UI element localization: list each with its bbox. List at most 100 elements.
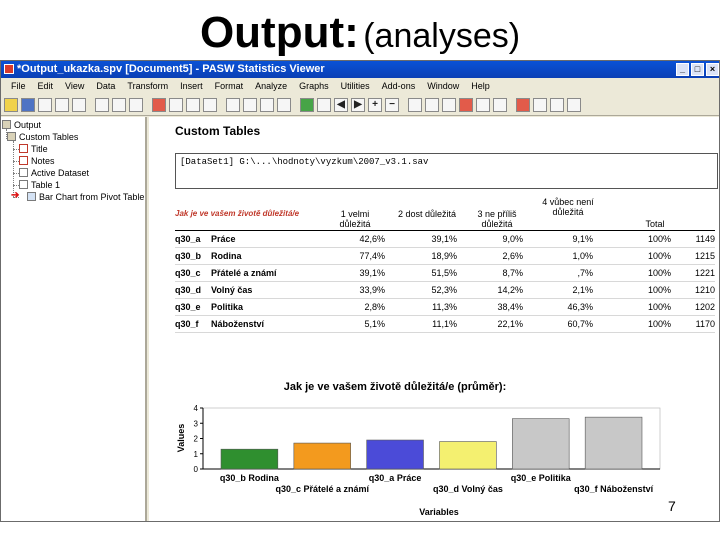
book-icon (2, 120, 11, 130)
bar-chart[interactable]: Jak je ve vašem životě důležitá/e (průmě… (0, 245, 720, 525)
outline-root[interactable]: Output (2, 119, 41, 131)
expand-icon[interactable]: + (368, 97, 382, 112)
dataset-icon (19, 168, 28, 178)
x-axis-label: Variables (419, 507, 459, 517)
menu-window[interactable]: Window (421, 78, 465, 94)
dataset-box[interactable]: [DataSet1] G:\...\hodnoty\vyzkum\2007_v3… (175, 153, 718, 189)
insert-heading-icon[interactable] (442, 97, 456, 112)
print-icon[interactable] (38, 97, 52, 112)
window-title: *Output_ukazka.spv [Document5] - PASW St… (17, 63, 325, 75)
outline-group[interactable]: Custom Tables (7, 131, 78, 143)
pivot-icon[interactable] (516, 97, 530, 112)
goto-variable-icon[interactable] (186, 97, 200, 112)
minimize-icon[interactable]: _ (676, 63, 689, 76)
outline-item-table[interactable]: Table 1 (19, 179, 60, 191)
bar[interactable] (439, 441, 497, 470)
hide-icon[interactable] (425, 97, 439, 112)
menu-graphs[interactable]: Graphs (293, 78, 335, 94)
content-title: Custom Tables (175, 124, 261, 138)
demote-icon[interactable]: ▶ (351, 97, 365, 112)
dataset-text: [DataSet1] G:\...\hodnoty\vyzkum\2007_v3… (180, 157, 429, 167)
x-tick-label: q30_b Rodina (220, 473, 280, 483)
use-sets-icon[interactable] (317, 97, 331, 112)
col-header: Total (645, 219, 665, 229)
variables-icon[interactable] (203, 97, 217, 112)
title-icon (19, 144, 28, 154)
bar[interactable] (293, 442, 351, 470)
book-icon (7, 132, 16, 142)
y-tick-label: 0 (194, 465, 199, 474)
x-tick-label: q30_c Přátelé a známí (275, 484, 369, 494)
menu-format[interactable]: Format (209, 78, 250, 94)
promote-icon[interactable]: ◀ (334, 97, 348, 112)
outline-item-active-dataset[interactable]: Active Dataset (19, 167, 89, 179)
menu-help[interactable]: Help (465, 78, 496, 94)
goto-data-icon[interactable] (152, 97, 166, 112)
export-icon[interactable] (72, 97, 86, 112)
y-axis-label: Values (176, 424, 186, 453)
menu-utilities[interactable]: Utilities (335, 78, 376, 94)
open-icon[interactable] (4, 97, 18, 112)
print-preview-icon[interactable] (55, 97, 69, 112)
x-tick-label: q30_a Práce (369, 473, 422, 483)
col-header: 2 dost důležitá (397, 209, 457, 219)
find-icon[interactable] (226, 97, 240, 112)
select-cases-icon[interactable] (260, 97, 274, 112)
bookmark-icon[interactable] (567, 97, 581, 112)
undo-icon[interactable] (112, 97, 126, 112)
slide-title-main: Output (199, 8, 345, 57)
x-tick-label: q30_e Politika (511, 473, 572, 483)
outline-item-notes[interactable]: Notes (19, 155, 55, 167)
toolbar: ◀ ▶ + − (1, 94, 719, 116)
insert-text-icon[interactable] (476, 97, 490, 112)
y-tick-label: 4 (194, 404, 199, 413)
chart-icon (27, 192, 36, 202)
menu-analyze[interactable]: Analyze (249, 78, 293, 94)
bar[interactable] (220, 448, 279, 470)
menu-insert[interactable]: Insert (174, 78, 209, 94)
table-looks-icon[interactable] (550, 97, 564, 112)
value-labels-icon[interactable] (300, 97, 314, 112)
show-icon[interactable] (408, 97, 422, 112)
redo-icon[interactable] (129, 97, 143, 112)
col-header: 4 vůbec není důležitá (542, 197, 594, 217)
close-icon[interactable]: × (706, 63, 719, 76)
split-file-icon[interactable] (243, 97, 257, 112)
menu-data[interactable]: Data (90, 78, 121, 94)
app-icon (4, 64, 14, 74)
y-tick-label: 3 (194, 419, 199, 428)
slide-title-colon: : (344, 8, 359, 57)
menu-view[interactable]: View (59, 78, 90, 94)
notes-icon (19, 156, 28, 166)
bar[interactable] (366, 439, 424, 470)
window-titlebar[interactable]: *Output_ukazka.spv [Document5] - PASW St… (1, 61, 719, 78)
save-icon[interactable] (21, 97, 35, 112)
designate-window-icon[interactable] (493, 97, 507, 112)
weight-cases-icon[interactable] (277, 97, 291, 112)
bar[interactable] (584, 416, 643, 470)
goto-case-icon[interactable] (169, 97, 183, 112)
table-icon (19, 180, 28, 190)
slide-title: Output: (analyses) (0, 8, 720, 60)
menu-transform[interactable]: Transform (121, 78, 174, 94)
y-tick-label: 1 (194, 450, 199, 459)
table-header: Jak je ve vašem životě důležitá/e 1 velm… (175, 197, 715, 231)
y-tick-label: 2 (194, 435, 199, 444)
table-row-header: Jak je ve vašem životě důležitá/e (175, 209, 300, 218)
bar[interactable] (512, 418, 570, 470)
page-number: 7 (668, 498, 676, 514)
menu-addons[interactable]: Add-ons (376, 78, 422, 94)
outline-item-bar-chart[interactable]: Bar Chart from Pivot Table (27, 191, 144, 203)
collapse-icon[interactable]: − (385, 97, 399, 112)
insert-title-icon[interactable] (459, 97, 473, 112)
menu-file[interactable]: File (5, 78, 32, 94)
maximize-icon[interactable]: □ (691, 63, 704, 76)
outline-item-title[interactable]: Title (19, 143, 48, 155)
col-header: 3 ne příliš důležitá (477, 209, 517, 229)
chart-title: Jak je ve vašem životě důležitá/e (průmě… (284, 381, 507, 393)
menubar: File Edit View Data Transform Insert For… (1, 78, 719, 94)
menu-edit[interactable]: Edit (32, 78, 60, 94)
recall-dialog-icon[interactable] (95, 97, 109, 112)
x-tick-label: q30_f Náboženství (574, 484, 654, 494)
chart-builder-icon[interactable] (533, 97, 547, 112)
